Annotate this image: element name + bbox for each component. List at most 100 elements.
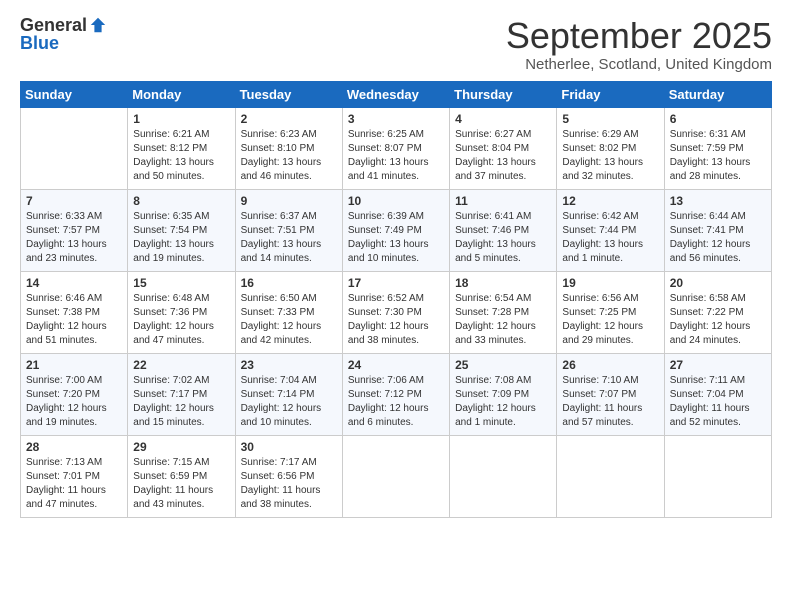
calendar-cell: 12 Sunrise: 6:42 AM Sunset: 7:44 PM Dayli… <box>557 189 664 271</box>
calendar-cell: 30 Sunrise: 7:17 AM Sunset: 6:56 PM Dayli… <box>235 435 342 517</box>
calendar-cell: 24 Sunrise: 7:06 AM Sunset: 7:12 PM Dayli… <box>342 353 449 435</box>
day-number: 1 <box>133 112 229 126</box>
cell-text: Sunrise: 6:27 AM Sunset: 8:04 PM Dayligh… <box>455 128 551 184</box>
page: General Blue September 2025 Netherlee, S… <box>0 0 792 528</box>
cell-text: Sunrise: 6:39 AM Sunset: 7:49 PM Dayligh… <box>348 210 444 266</box>
title-area: September 2025 Netherlee, Scotland, Unit… <box>506 16 772 73</box>
cell-text: Sunrise: 6:48 AM Sunset: 7:36 PM Dayligh… <box>133 292 229 348</box>
calendar-cell: 9Sunrise: 6:37 AM Sunset: 7:51 PM Daylig… <box>235 189 342 271</box>
calendar-cell: 8 Sunrise: 6:35 AM Sunset: 7:54 PM Daylig… <box>128 189 235 271</box>
day-number: 30 <box>241 440 337 454</box>
cell-text: Sunrise: 6:54 AM Sunset: 7:28 PM Dayligh… <box>455 292 551 348</box>
calendar-cell: 29Sunrise: 7:15 AM Sunset: 6:59 PM Dayli… <box>128 435 235 517</box>
calendar-cell: 16 Sunrise: 6:50 AM Sunset: 7:33 PM Dayli… <box>235 271 342 353</box>
day-number: 18 <box>455 276 551 290</box>
calendar-cell: 15 Sunrise: 6:48 AM Sunset: 7:36 PM Dayli… <box>128 271 235 353</box>
calendar-cell: 20 Sunrise: 6:58 AM Sunset: 7:22 PM Dayli… <box>664 271 771 353</box>
calendar-cell: 28Sunrise: 7:13 AM Sunset: 7:01 PM Dayli… <box>21 435 128 517</box>
logo: General Blue <box>20 16 107 54</box>
calendar-cell: 17 Sunrise: 6:52 AM Sunset: 7:30 PM Dayli… <box>342 271 449 353</box>
cell-text: Sunrise: 6:31 AM Sunset: 7:59 PM Dayligh… <box>670 128 766 184</box>
calendar-cell <box>450 435 557 517</box>
cell-text: Sunrise: 6:52 AM Sunset: 7:30 PM Dayligh… <box>348 292 444 348</box>
calendar-cell: 2Sunrise: 6:23 AM Sunset: 8:10 PM Daylig… <box>235 107 342 189</box>
cell-text: Sunrise: 7:10 AM Sunset: 7:07 PM Dayligh… <box>562 374 658 430</box>
calendar-cell: 23Sunrise: 7:04 AM Sunset: 7:14 PM Dayli… <box>235 353 342 435</box>
cell-text: Sunrise: 6:23 AM Sunset: 8:10 PM Dayligh… <box>241 128 337 184</box>
weekday-header: Friday <box>557 81 664 107</box>
day-number: 26 <box>562 358 658 372</box>
weekday-header-row: SundayMondayTuesdayWednesdayThursdayFrid… <box>21 81 772 107</box>
day-number: 19 <box>562 276 658 290</box>
cell-text: Sunrise: 6:25 AM Sunset: 8:07 PM Dayligh… <box>348 128 444 184</box>
calendar-cell <box>664 435 771 517</box>
calendar-cell: 11Sunrise: 6:41 AM Sunset: 7:46 PM Dayli… <box>450 189 557 271</box>
day-number: 13 <box>670 194 766 208</box>
calendar-cell: 5 Sunrise: 6:29 AM Sunset: 8:02 PM Daylig… <box>557 107 664 189</box>
cell-text: Sunrise: 7:06 AM Sunset: 7:12 PM Dayligh… <box>348 374 444 430</box>
cell-text: Sunrise: 7:11 AM Sunset: 7:04 PM Dayligh… <box>670 374 766 430</box>
calendar-week-row: 28Sunrise: 7:13 AM Sunset: 7:01 PM Dayli… <box>21 435 772 517</box>
weekday-header: Wednesday <box>342 81 449 107</box>
month-title: September 2025 <box>506 16 772 56</box>
calendar-cell: 22 Sunrise: 7:02 AM Sunset: 7:17 PM Dayli… <box>128 353 235 435</box>
day-number: 3 <box>348 112 444 126</box>
calendar-cell: 21 Sunrise: 7:00 AM Sunset: 7:20 PM Dayli… <box>21 353 128 435</box>
calendar-cell: 18 Sunrise: 6:54 AM Sunset: 7:28 PM Dayli… <box>450 271 557 353</box>
weekday-header: Tuesday <box>235 81 342 107</box>
cell-text: Sunrise: 6:29 AM Sunset: 8:02 PM Dayligh… <box>562 128 658 184</box>
cell-text: Sunrise: 6:44 AM Sunset: 7:41 PM Dayligh… <box>670 210 766 266</box>
day-number: 21 <box>26 358 122 372</box>
day-number: 20 <box>670 276 766 290</box>
day-number: 5 <box>562 112 658 126</box>
calendar-cell: 26 Sunrise: 7:10 AM Sunset: 7:07 PM Dayli… <box>557 353 664 435</box>
day-number: 17 <box>348 276 444 290</box>
day-number: 4 <box>455 112 551 126</box>
day-number: 14 <box>26 276 122 290</box>
cell-text: Sunrise: 6:46 AM Sunset: 7:38 PM Dayligh… <box>26 292 122 348</box>
calendar-cell: 7Sunrise: 6:33 AM Sunset: 7:57 PM Daylig… <box>21 189 128 271</box>
cell-text: Sunrise: 7:02 AM Sunset: 7:17 PM Dayligh… <box>133 374 229 430</box>
day-number: 9 <box>241 194 337 208</box>
logo-blue-text: Blue <box>20 34 107 54</box>
calendar-cell: 19 Sunrise: 6:56 AM Sunset: 7:25 PM Dayli… <box>557 271 664 353</box>
calendar-cell <box>21 107 128 189</box>
calendar-cell <box>557 435 664 517</box>
calendar-week-row: 21 Sunrise: 7:00 AM Sunset: 7:20 PM Dayli… <box>21 353 772 435</box>
cell-text: Sunrise: 6:56 AM Sunset: 7:25 PM Dayligh… <box>562 292 658 348</box>
calendar-cell: 6 Sunrise: 6:31 AM Sunset: 7:59 PM Daylig… <box>664 107 771 189</box>
cell-text: Sunrise: 7:17 AM Sunset: 6:56 PM Dayligh… <box>241 456 337 512</box>
cell-text: Sunrise: 6:35 AM Sunset: 7:54 PM Dayligh… <box>133 210 229 266</box>
calendar-week-row: 14 Sunrise: 6:46 AM Sunset: 7:38 PM Dayli… <box>21 271 772 353</box>
day-number: 22 <box>133 358 229 372</box>
cell-text: Sunrise: 7:00 AM Sunset: 7:20 PM Dayligh… <box>26 374 122 430</box>
weekday-header: Saturday <box>664 81 771 107</box>
day-number: 8 <box>133 194 229 208</box>
cell-text: Sunrise: 7:13 AM Sunset: 7:01 PM Dayligh… <box>26 456 122 512</box>
day-number: 10 <box>348 194 444 208</box>
calendar-cell: 25Sunrise: 7:08 AM Sunset: 7:09 PM Dayli… <box>450 353 557 435</box>
calendar-table: SundayMondayTuesdayWednesdayThursdayFrid… <box>20 81 772 518</box>
cell-text: Sunrise: 7:04 AM Sunset: 7:14 PM Dayligh… <box>241 374 337 430</box>
cell-text: Sunrise: 6:58 AM Sunset: 7:22 PM Dayligh… <box>670 292 766 348</box>
day-number: 12 <box>562 194 658 208</box>
calendar-cell: 1Sunrise: 6:21 AM Sunset: 8:12 PM Daylig… <box>128 107 235 189</box>
day-number: 6 <box>670 112 766 126</box>
calendar-cell: 10 Sunrise: 6:39 AM Sunset: 7:49 PM Dayli… <box>342 189 449 271</box>
cell-text: Sunrise: 6:33 AM Sunset: 7:57 PM Dayligh… <box>26 210 122 266</box>
location: Netherlee, Scotland, United Kingdom <box>506 56 772 73</box>
calendar-cell: 3 Sunrise: 6:25 AM Sunset: 8:07 PM Daylig… <box>342 107 449 189</box>
day-number: 16 <box>241 276 337 290</box>
calendar-cell: 4 Sunrise: 6:27 AM Sunset: 8:04 PM Daylig… <box>450 107 557 189</box>
logo-icon <box>89 16 107 34</box>
calendar-week-row: 7Sunrise: 6:33 AM Sunset: 7:57 PM Daylig… <box>21 189 772 271</box>
day-number: 11 <box>455 194 551 208</box>
cell-text: Sunrise: 6:50 AM Sunset: 7:33 PM Dayligh… <box>241 292 337 348</box>
cell-text: Sunrise: 6:42 AM Sunset: 7:44 PM Dayligh… <box>562 210 658 266</box>
header: General Blue September 2025 Netherlee, S… <box>20 16 772 73</box>
day-number: 15 <box>133 276 229 290</box>
day-number: 24 <box>348 358 444 372</box>
weekday-header: Sunday <box>21 81 128 107</box>
day-number: 27 <box>670 358 766 372</box>
cell-text: Sunrise: 7:15 AM Sunset: 6:59 PM Dayligh… <box>133 456 229 512</box>
